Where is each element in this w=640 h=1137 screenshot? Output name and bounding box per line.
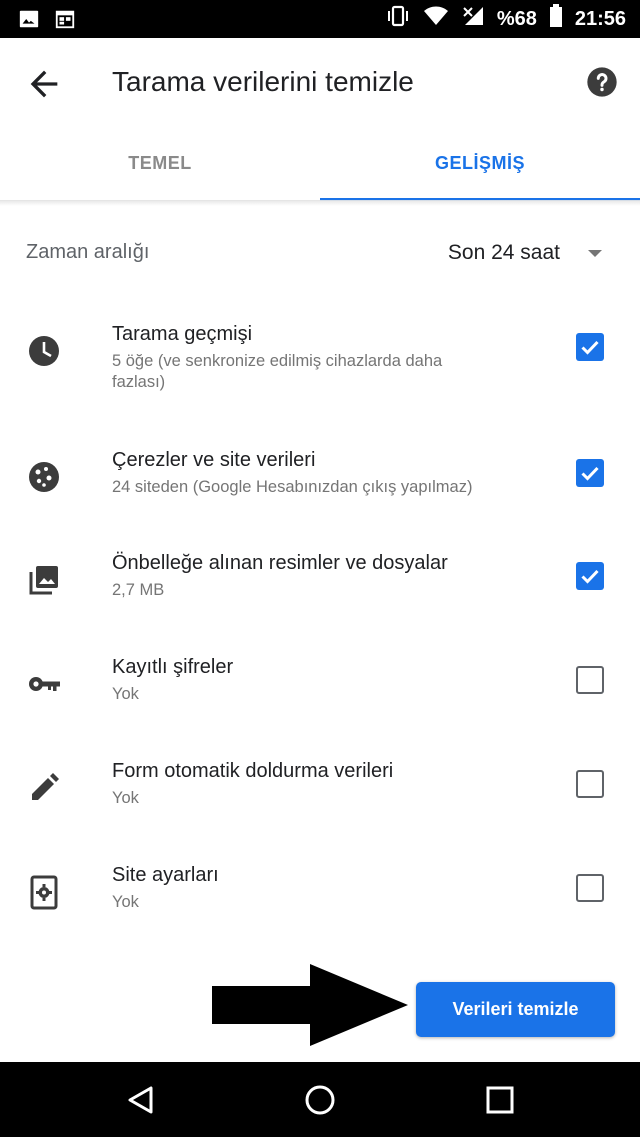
item-title: Kayıtlı şifreler xyxy=(112,656,234,678)
key-icon xyxy=(29,677,60,691)
item-title: Çerezler ve site verileri xyxy=(112,449,316,471)
nav-back-button[interactable] xyxy=(123,1082,159,1118)
time-range-value: Son 24 saat xyxy=(447,241,560,264)
checkbox[interactable] xyxy=(576,459,604,487)
help-button[interactable] xyxy=(586,66,618,98)
item-subtitle: Yok xyxy=(112,685,139,703)
checkmark-icon xyxy=(581,340,599,355)
time-range-dropdown[interactable]: Son 24 saat xyxy=(448,228,602,278)
checkmark-icon xyxy=(581,569,599,584)
annotation-arrow-icon xyxy=(212,964,408,1046)
status-bar: %68 21:56 xyxy=(0,0,640,38)
checkmark-icon xyxy=(581,466,599,481)
back-button[interactable] xyxy=(24,64,64,104)
item-saved-passwords[interactable]: Kayıtlı şifreler Yok xyxy=(0,656,640,746)
nav-home-icon xyxy=(305,1085,335,1115)
item-subtitle: 24 siteden (Google Hesabınızdan çıkış ya… xyxy=(112,478,473,496)
navigation-bar xyxy=(0,1062,640,1137)
page-title: Tarama verilerini temizle xyxy=(112,66,414,97)
cookie-icon xyxy=(29,462,59,492)
tab-bar: TEMEL GELİŞMİŞ xyxy=(0,126,640,201)
item-browsing-history[interactable]: Tarama geçmişi 5 öğe (ve senkronize edil… xyxy=(0,323,640,413)
checkbox[interactable] xyxy=(576,333,604,361)
item-title: Form otomatik doldurma verileri xyxy=(112,760,394,782)
item-title: Site ayarları xyxy=(112,864,219,886)
back-arrow-icon xyxy=(30,70,58,98)
item-site-settings[interactable]: Site ayarları Yok xyxy=(0,864,640,954)
checkbox[interactable] xyxy=(576,562,604,590)
item-title: Tarama geçmişi xyxy=(112,323,253,345)
images-icon xyxy=(29,566,58,595)
checkbox[interactable] xyxy=(576,770,604,798)
site-settings-icon xyxy=(30,875,58,910)
wifi-icon xyxy=(423,5,449,33)
tab-basic[interactable]: TEMEL xyxy=(0,126,320,200)
item-cookies[interactable]: Çerezler ve site verileri 24 siteden (Go… xyxy=(0,449,640,539)
time-range-label: Zaman aralığı xyxy=(26,241,150,263)
nav-recents-icon xyxy=(486,1086,514,1114)
time-range-row: Zaman aralığı Son 24 saat xyxy=(0,228,640,278)
nav-home-button[interactable] xyxy=(302,1082,338,1118)
nav-back-icon xyxy=(128,1086,153,1114)
checkbox[interactable] xyxy=(576,874,604,902)
item-cached-images[interactable]: Önbelleğe alınan resimler ve dosyalar 2,… xyxy=(0,552,640,642)
clock-icon xyxy=(29,336,59,366)
nav-recents-button[interactable] xyxy=(482,1082,518,1118)
no-signal-icon xyxy=(461,5,485,33)
tab-shadow xyxy=(0,200,640,206)
clock-time: 21:56 xyxy=(574,7,626,30)
pencil-icon xyxy=(32,773,59,800)
item-autofill-data[interactable]: Form otomatik doldurma verileri Yok xyxy=(0,760,640,850)
help-icon xyxy=(587,67,617,97)
vibrate-icon xyxy=(385,5,411,33)
app-bar: Tarama verilerini temizle xyxy=(0,38,640,126)
tab-advanced[interactable]: GELİŞMİŞ xyxy=(320,126,640,200)
checkbox[interactable] xyxy=(576,666,604,694)
battery-icon xyxy=(549,4,563,34)
item-subtitle: 5 öğe (ve senkronize edilmiş cihazlarda … xyxy=(112,352,443,391)
image-icon xyxy=(18,8,40,35)
clear-data-button[interactable]: Verileri temizle xyxy=(416,982,615,1037)
item-subtitle: 2,7 MB xyxy=(112,581,165,599)
battery-percentage: %68 xyxy=(496,7,537,30)
item-title: Önbelleğe alınan resimler ve dosyalar xyxy=(112,552,448,574)
dropdown-arrow-icon xyxy=(588,249,602,257)
item-subtitle: Yok xyxy=(112,893,139,911)
item-subtitle: Yok xyxy=(112,789,139,807)
calendar-icon xyxy=(54,8,76,35)
